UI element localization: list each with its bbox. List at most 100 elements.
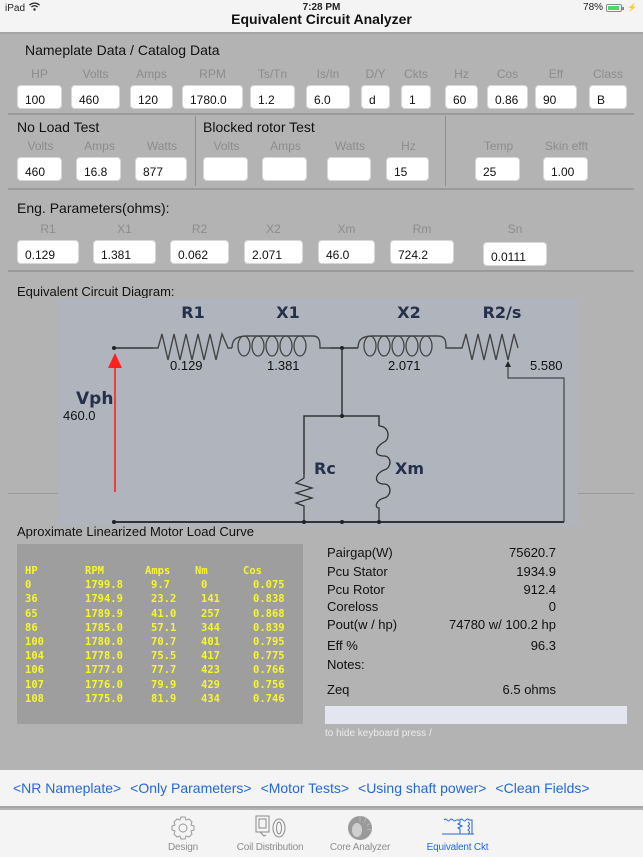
cell-amps: 77.7 [151,664,177,677]
param-sn-input[interactable] [483,242,547,266]
link-nr-nameplate[interactable]: <NR Nameplate> [13,780,121,796]
cell-hp: 0 [25,579,32,592]
nameplate-cos-input[interactable] [487,85,528,109]
param-r2-input[interactable] [170,240,229,264]
table-row: 36 1794.9 23.2 141 0.838 [25,592,293,606]
tab-label: Design [168,842,198,853]
blocked-rotor-amps-label: Amps [270,139,301,153]
blocked-rotor-amps-input[interactable] [262,157,307,181]
r2s-resistor-symbol [456,333,519,361]
cell-rpm: 1776.0 [85,678,123,691]
link-motor-tests[interactable]: <Motor Tests> [261,780,349,796]
r2s-label: R2/s [483,303,522,322]
temp-input[interactable] [475,157,520,181]
cell-nm: 344 [201,621,220,634]
result-row-eff: Eff % 96.3 [327,638,556,653]
r1-resistor-symbol [153,331,232,361]
result-label: Eff % [327,638,358,653]
tab-bar: Design Coil Distribution Core Analyzer E… [0,810,643,857]
blocked-rotor-watts-input[interactable] [327,157,371,181]
nameplate-eff-input[interactable] [535,85,577,109]
result-row-notes: Notes: [327,657,556,672]
param-rm-input[interactable] [390,240,454,264]
nameplate-ts-tn-label: Ts/Tn [257,67,288,81]
link-clean-fields[interactable]: <Clean Fields> [495,780,589,796]
notes-input[interactable] [325,706,627,724]
load-curve-table: HP RPM Amps Nm Cos 0 1799.8 9.7 0 0.075 36 1794.9 2… [25,564,293,706]
tab-coil-distribution[interactable]: Coil Distribution [230,810,310,857]
link-using-shaft-power[interactable]: <Using shaft power> [358,780,486,796]
nameplate-eff-label: Eff [548,67,564,81]
param-r1-input[interactable] [17,240,79,264]
nameplate-rpm-input[interactable] [182,85,243,109]
result-label: Zeq [327,682,350,697]
blocked-rotor-hz-input[interactable] [386,157,429,181]
vph-value: 460.0 [63,408,96,423]
table-row: 0 1799.8 9.7 0 0.075 [25,578,293,592]
link-only-parameters[interactable]: <Only Parameters> [130,780,251,796]
temp-label: Temp [483,139,514,153]
rc-resistor-symbol [293,474,315,522]
nameplate-ckts-input[interactable] [401,85,431,109]
nameplate-hp-label: HP [31,67,48,81]
param-r1-label: R1 [40,222,56,236]
table-row: 104 1778.0 75.5 417 0.775 [25,649,293,663]
tab-equivalent-ckt[interactable]: Equivalent Ckt [420,810,495,857]
table-row: 106 1777.0 77.7 423 0.766 [25,663,293,677]
load-curve-header-row: HP RPM Amps Nm Cos [25,564,293,578]
cell-amps: 57.1 [151,621,177,634]
result-row-pcu-stator: Pcu Stator 1934.9 [327,564,556,579]
x2-value: 2.071 [388,358,421,373]
result-label: Pout(w / hp) [327,617,398,632]
junction-node [302,520,306,524]
column-header-hp: HP [25,565,38,578]
nameplate-d-y-label: D/Y [365,67,386,81]
r2s-value: 5.580 [530,358,563,373]
section-divider [8,188,634,190]
xm-inductor-symbol [375,425,391,522]
r1-label: R1 [181,303,204,322]
result-value: 74780 w/ 100.2 hp [449,617,556,632]
nameplate-hp-input[interactable] [17,85,62,109]
no-load-volts-input[interactable] [17,157,62,181]
result-row-pcu-rotor: Pcu Rotor 912.4 [327,582,556,597]
nameplate-class-input[interactable] [589,85,627,109]
blocked-rotor-volts-input[interactable] [203,157,248,181]
circuit-icon [440,814,476,845]
nameplate-ts-tn-input[interactable] [250,85,295,109]
no-load-watts-input[interactable] [135,157,187,181]
cell-rpm: 1777.0 [85,664,123,677]
result-value: 75620.7 [509,545,556,560]
junction-node [340,520,344,524]
nameplate-is-in-input[interactable] [306,85,350,109]
nameplate-cos-label: Cos [496,67,519,81]
cell-rpm: 1789.9 [85,607,123,620]
param-rm-label: Rm [412,222,432,236]
nameplate-volts-input[interactable] [71,85,120,109]
nameplate-hz-input[interactable] [445,85,478,109]
cell-amps: 81.9 [151,692,177,705]
app-title: Equivalent Circuit Analyzer [231,11,412,27]
nameplate-d-y-input[interactable] [361,85,390,109]
cell-hp: 100 [25,636,44,649]
cell-nm: 401 [201,636,220,649]
no-load-amps-input[interactable] [76,157,121,181]
param-x2-input[interactable] [244,240,303,264]
param-x1-input[interactable] [93,240,156,264]
tab-core-analyzer[interactable]: Core Analyzer [325,810,395,857]
param-xm-input[interactable] [318,240,375,264]
tab-design[interactable]: Design [150,810,216,857]
nameplate-is-in-label: Is/In [316,67,340,81]
nameplate-amps-input[interactable] [130,85,173,109]
tab-label: Equivalent Ckt [426,842,489,853]
cell-nm: 257 [201,607,220,620]
skin-efft-input[interactable] [543,157,588,181]
cell-cos: 0.766 [253,664,285,677]
cell-nm: 141 [201,593,220,606]
result-row-pairgap-w: Pairgap(W) 75620.7 [327,545,556,560]
x1-value: 1.381 [267,358,300,373]
result-value: 96.3 [530,638,556,653]
cell-hp: 86 [25,621,38,634]
no-load-test-title: No Load Test [17,119,100,135]
cell-hp: 65 [25,607,38,620]
